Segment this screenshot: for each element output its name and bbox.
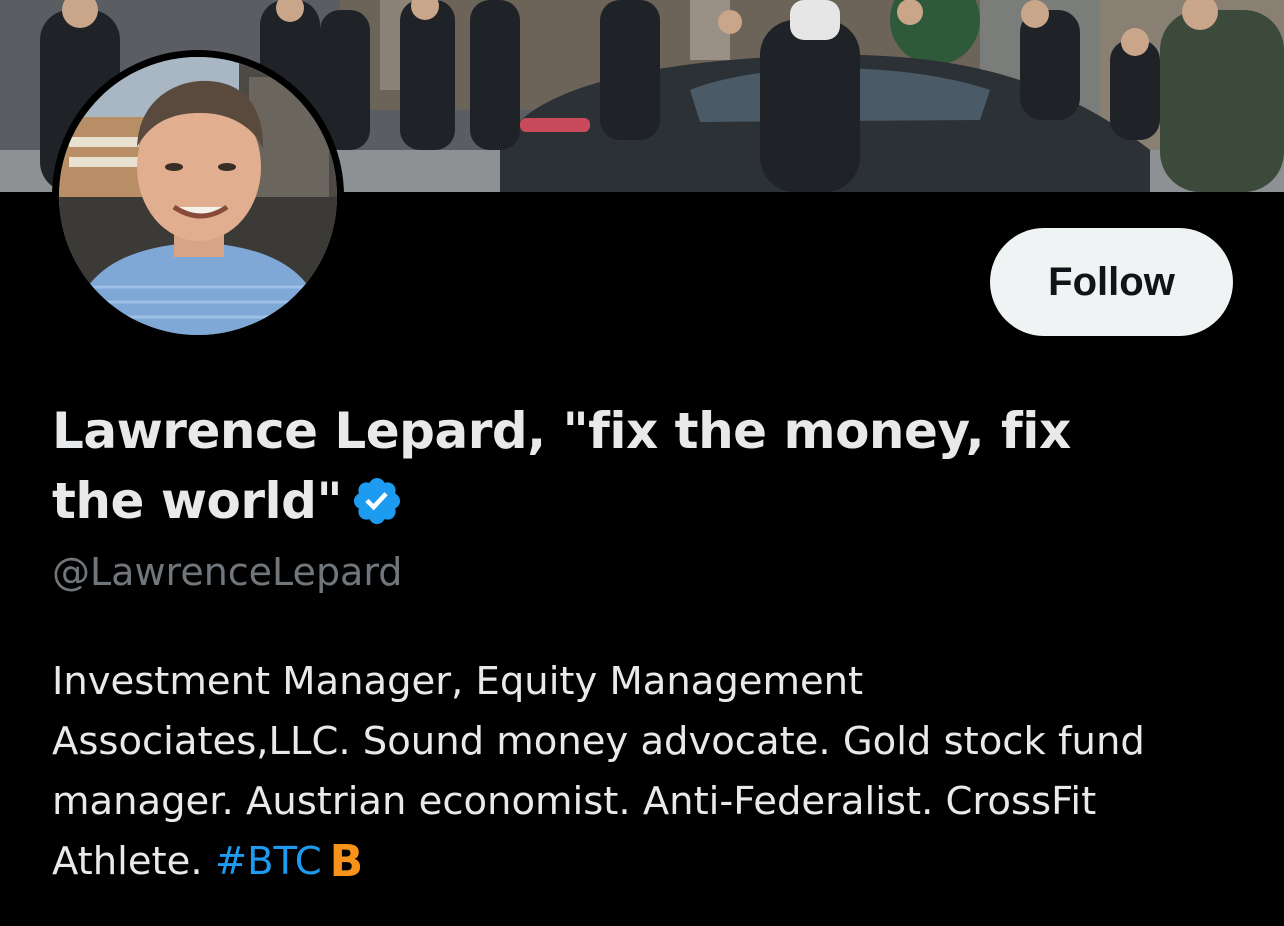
bio-line-3: manager. Austrian economist. Anti-Federa…	[52, 779, 1097, 824]
profile-photo	[59, 57, 337, 335]
avatar[interactable]	[52, 50, 344, 342]
profile-bio: Investment Manager, Equity Management As…	[52, 652, 1252, 892]
bio-line-1: Investment Manager, Equity Management	[52, 659, 864, 704]
follow-button[interactable]: Follow	[990, 228, 1233, 336]
user-handle: @LawrenceLepard	[52, 550, 403, 594]
bio-line-4: Athlete. #BTC B	[52, 832, 1252, 892]
display-name-line-1: Lawrence Lepard, "fix the money, fix	[52, 402, 1071, 460]
display-name: Lawrence Lepard, "fix the money, fix the…	[52, 396, 1202, 536]
bio-line-2: Associates,LLC. Sound money advocate. Go…	[52, 719, 1145, 764]
verified-badge-icon[interactable]	[350, 474, 404, 528]
bitcoin-icon: B	[329, 836, 364, 887]
display-name-line-2: the world"	[52, 472, 343, 530]
hashtag-btc-link[interactable]: #BTC	[215, 839, 322, 884]
bio-line-4-text: Athlete.	[52, 839, 215, 884]
